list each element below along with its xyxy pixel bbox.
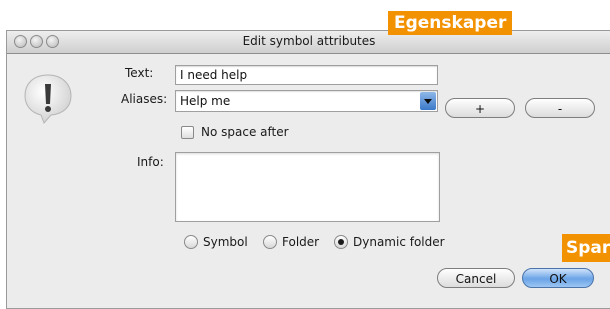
aliases-selected-value: Help me — [180, 94, 231, 108]
alert-icon — [24, 74, 72, 124]
remove-alias-button[interactable]: - — [525, 98, 595, 118]
radio-dynamic-folder-label: Dynamic folder — [353, 235, 445, 249]
callout-spara: Spara — [562, 234, 610, 262]
aliases-select[interactable]: Help me — [175, 90, 438, 112]
title-bar: Edit symbol attributes — [7, 31, 610, 54]
radio-symbol-label: Symbol — [203, 235, 248, 249]
radio-dynamic-folder[interactable] — [334, 235, 348, 249]
dialog-window: Edit symbol attributes Text: Aliases: He… — [6, 30, 610, 309]
cancel-button[interactable]: Cancel — [437, 268, 515, 288]
chevron-down-icon[interactable] — [420, 92, 436, 110]
window-title: Edit symbol attributes — [242, 34, 376, 48]
aliases-label: Aliases: — [121, 92, 168, 106]
callout-egenskaper: Egenskaper — [388, 11, 513, 35]
text-input[interactable] — [175, 65, 438, 85]
ok-button[interactable]: OK — [522, 268, 594, 288]
info-label: Info: — [137, 155, 164, 169]
radio-folder-label: Folder — [282, 235, 320, 249]
add-alias-button[interactable]: + — [445, 98, 515, 118]
text-label: Text: — [125, 66, 154, 80]
no-space-after-label: No space after — [201, 125, 289, 139]
dialog-content: Text: Aliases: Help me + - No space afte… — [7, 54, 610, 308]
no-space-after-checkbox[interactable] — [181, 126, 194, 139]
radio-folder[interactable] — [263, 235, 277, 249]
info-textarea[interactable] — [175, 152, 440, 222]
radio-symbol[interactable] — [184, 235, 198, 249]
